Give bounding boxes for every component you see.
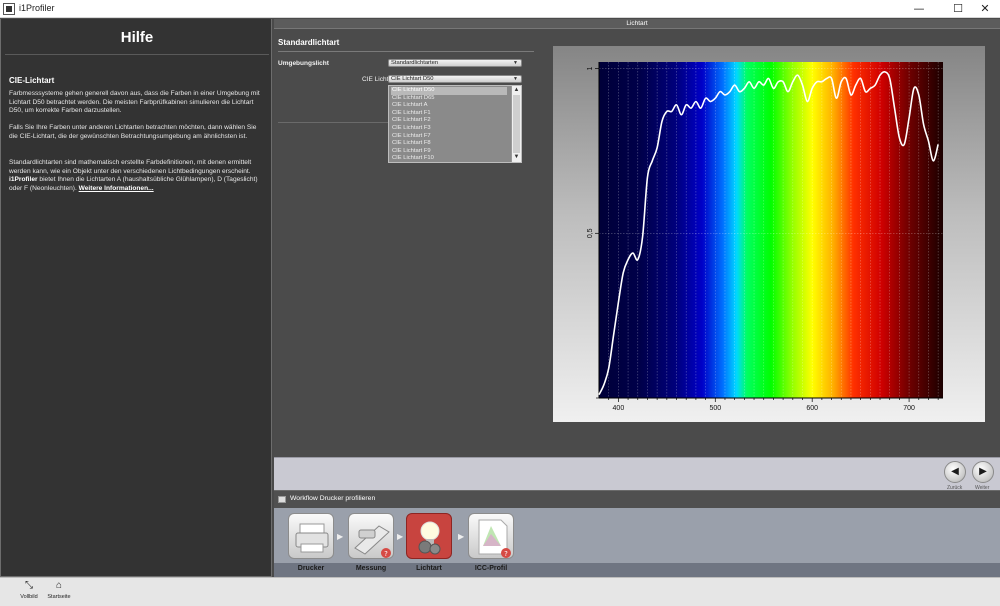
page-header: Lichtart (274, 19, 1000, 29)
help-panel: Hilfe CIE-Lichtart Farbmesssysteme gehen… (0, 19, 272, 577)
arrow-left-icon: ◀ (951, 466, 959, 477)
step-icc-profil[interactable]: ? (468, 513, 514, 559)
chevron-down-icon: ▼ (513, 60, 518, 66)
help-heading: CIE-Lichtart (9, 76, 55, 85)
cie-option[interactable]: CIE Lichtart F9 (391, 148, 507, 156)
arrow-right-icon: ▶ (979, 466, 987, 477)
home-button[interactable]: ⌂ Startseite (39, 580, 79, 600)
svg-text:?: ? (504, 550, 508, 558)
workflow-header: Workflow Drucker profilieren (274, 490, 1000, 508)
y-tick-label: 1 (587, 67, 594, 71)
next-button[interactable]: ▶ (972, 461, 994, 483)
chevron-right-icon: ▶ (397, 532, 404, 541)
spectrum-chart: 400 500 600 700 1 0,5 (553, 46, 985, 422)
ambient-light-select[interactable]: Standardlichtarten ▼ (388, 59, 522, 67)
cie-option[interactable]: CIE Lichtart F1 (391, 110, 507, 118)
help-paragraph-2: Falls Sie Ihre Farben unter anderen Lich… (9, 124, 257, 140)
step-messung[interactable]: ? (348, 513, 394, 559)
step-label-drucker: Drucker (297, 565, 325, 572)
x-tick-label: 500 (709, 405, 721, 412)
home-label: Startseite (47, 594, 71, 600)
step-drucker[interactable] (288, 513, 334, 559)
section-title: Standardlichtart (278, 38, 340, 47)
svg-text:?: ? (384, 550, 388, 558)
minimize-button[interactable]: — (904, 0, 934, 18)
spectrum-background (599, 62, 943, 398)
scroll-up-icon[interactable]: ▲ (512, 86, 521, 95)
cie-option[interactable]: CIE Lichtart F8 (391, 140, 507, 148)
scroll-thumb[interactable] (513, 95, 520, 153)
cie-option[interactable]: CIE Lichtart F3 (391, 125, 507, 133)
scroll-down-icon[interactable]: ▼ (512, 153, 521, 162)
cie-option[interactable]: CIE Lichtart F2 (391, 117, 507, 125)
app-icon (3, 3, 15, 15)
x-tick-label: 400 (613, 405, 625, 412)
cie-illuminant-dropdown-list[interactable]: CIE Lichtart D50 CIE Lichtart D65 CIE Lich… (388, 85, 522, 163)
workflow-steps: ▶ ? ▶ ▶ ? Drucker Messung Lichtart ICC-P… (274, 508, 1000, 577)
step-label-lichtart: Lichtart (416, 565, 442, 572)
home-icon: ⌂ (55, 580, 63, 591)
workflow-title: Workflow Drucker profilieren (290, 495, 376, 502)
more-info-link[interactable]: Weitere Informationen... (79, 185, 154, 192)
back-button[interactable]: ◀ (944, 461, 966, 483)
section-divider (278, 51, 534, 52)
fullscreen-icon: ⤡ (25, 580, 33, 591)
window-title: i1Profiler (19, 3, 55, 13)
y-tick-label: 0,5 (587, 228, 594, 238)
help-brand-name: i1Profiler (9, 176, 38, 184)
help-paragraph-1: Farbmesssysteme gehen generell davon aus… (9, 90, 260, 115)
list-scrollbar[interactable]: ▲ ▼ (511, 86, 521, 162)
cie-option[interactable]: CIE Lichtart D65 (391, 95, 507, 103)
printer-icon (295, 523, 329, 553)
chevron-right-icon: ▶ (458, 532, 465, 541)
cie-illuminant-value: CIE Lichtart D50 (391, 76, 434, 82)
ambient-light-label: Umgebungslicht (278, 60, 329, 67)
printer-small-icon (278, 496, 286, 503)
ambient-light-value: Standardlichtarten (391, 60, 439, 66)
help-paragraph-3-text-a: Standardlichtarten sind mathematisch ers… (9, 159, 252, 175)
cie-option[interactable]: CIE Lichtart D50 (391, 87, 507, 95)
section-divider-2 (278, 122, 388, 123)
step-label-messung: Messung (355, 565, 387, 572)
maximize-button[interactable]: ☐ (943, 0, 973, 18)
help-title: Hilfe (120, 29, 154, 46)
bottom-toolbar: ⤡ Vollbild ⌂ Startseite (0, 577, 1000, 606)
close-button[interactable]: ✕ (970, 0, 1000, 18)
help-paragraph-3: Standardlichtarten sind mathematisch ers… (9, 159, 267, 193)
lightbulb-icon (418, 521, 441, 555)
cie-option[interactable]: CIE Lichtart F7 (391, 133, 507, 141)
step-lichtart[interactable] (406, 513, 452, 559)
icc-profile-icon: ? (478, 519, 511, 558)
title-bar: i1Profiler — ☐ ✕ (0, 0, 1000, 18)
step-label-icc-profil: ICC-Profil (474, 565, 508, 572)
main-content: Standardlichtart Umgebungslicht Standard… (274, 29, 1000, 457)
x-tick-label: 700 (903, 405, 915, 412)
x-tick-label: 600 (806, 405, 818, 412)
app-window: i1Profiler — ☐ ✕ Hilfe CIE-Lichtart Farb… (0, 0, 1000, 606)
cie-option[interactable]: CIE Lichtart F10 (391, 155, 507, 163)
spectrum-chart-svg: 400 500 600 700 1 0,5 (587, 62, 943, 412)
help-divider (5, 54, 269, 55)
cie-option[interactable]: CIE Lichtart A (391, 102, 507, 110)
measurement-icon: ? (354, 525, 391, 558)
page-title: Lichtart (626, 20, 648, 27)
chevron-down-icon: ▼ (513, 76, 518, 82)
navigation-strip: ◀ Zurück ▶ Weiter (274, 457, 1000, 491)
chevron-right-icon: ▶ (337, 532, 344, 541)
cie-illuminant-select[interactable]: CIE Lichtart D50 ▼ (388, 75, 522, 83)
